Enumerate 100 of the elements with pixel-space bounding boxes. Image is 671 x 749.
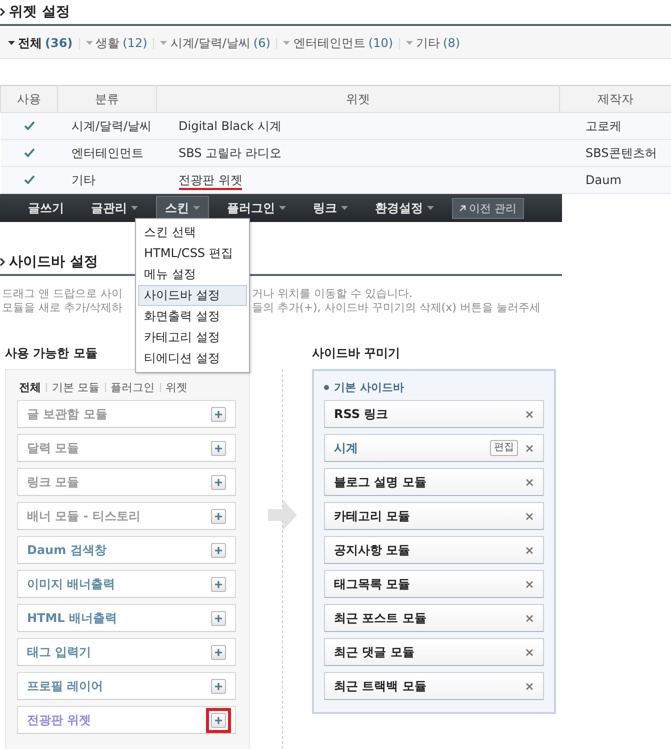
column-title: 사용 가능한 모듈	[5, 345, 98, 362]
plus-icon	[215, 648, 222, 656]
plus-icon	[215, 682, 222, 690]
column-header: 위젯	[156, 86, 560, 112]
module-label: 프로필 레이어	[27, 678, 104, 694]
column-header: 분류	[58, 86, 156, 112]
module-label: 최근 트랙백 모듈	[334, 678, 426, 694]
module-label: 전광판 위젯	[27, 712, 92, 728]
table-cell: 엔터테인먼트	[58, 140, 156, 166]
close-icon[interactable]	[526, 580, 533, 588]
caret-icon	[8, 41, 15, 45]
close-icon[interactable]	[526, 546, 533, 554]
description-text: 드래그 앤 드랍으로 사이	[1, 287, 124, 301]
arrow-icon	[268, 500, 298, 530]
chevron-icon	[0, 8, 5, 16]
module-item[interactable]: 태그 입력기	[17, 638, 236, 666]
close-icon[interactable]	[526, 478, 533, 486]
caret-icon	[341, 206, 348, 210]
section-title: 위젯 설정	[9, 3, 70, 21]
caret-icon	[406, 41, 414, 45]
module-tab[interactable]: 전체	[19, 380, 41, 394]
add-button[interactable]	[211, 576, 226, 592]
sidebar-module[interactable]: 최근 트랙백 모듈	[324, 672, 544, 700]
add-button[interactable]	[211, 542, 226, 558]
close-icon[interactable]	[526, 410, 533, 418]
sidebar-module[interactable]: 블로그 설명 모듈	[324, 468, 544, 496]
filter-tab[interactable]: 전체 (36)	[8, 34, 73, 52]
sidebar-module[interactable]: 공지사항 모듈	[324, 536, 544, 564]
nav-item[interactable]: 링크	[304, 196, 357, 220]
close-icon[interactable]	[526, 444, 533, 452]
module-item[interactable]: HTML 배너출력	[17, 604, 236, 632]
add-button[interactable]	[211, 508, 226, 524]
plus-icon	[215, 512, 222, 520]
caret-icon	[131, 206, 138, 210]
close-icon[interactable]	[526, 682, 533, 690]
filter-tab[interactable]: 시계/달력/날씨 (6)	[160, 34, 270, 52]
module-label: 링크 모듈	[27, 474, 80, 490]
filter-tab[interactable]: 엔터테인먼트 (10)	[283, 34, 394, 52]
module-label: 달력 모듈	[27, 440, 80, 456]
menu-item[interactable]: 스킨 선택	[138, 222, 247, 243]
plus-icon	[215, 410, 222, 418]
add-button[interactable]	[211, 474, 226, 490]
menu-item[interactable]: 화면출력 설정	[138, 306, 247, 327]
menu-item[interactable]: 메뉴 설정	[138, 264, 247, 285]
caret-icon	[193, 206, 200, 210]
module-label: 글 보관함 모듈	[27, 406, 108, 422]
module-item[interactable]: Daum 검색창	[17, 536, 236, 564]
caret-icon	[86, 41, 93, 45]
nav-item[interactable]: 스킨	[156, 196, 209, 220]
menu-item[interactable]: 사이드바 설정	[138, 285, 247, 306]
table-cell: 시계/달력/날씨	[58, 112, 156, 140]
module-label: 배너 모듈 - 티스토리	[27, 508, 141, 524]
edit-button[interactable]: 편집	[490, 440, 518, 456]
module-tab[interactable]: 플러그인	[110, 380, 154, 394]
nav-item[interactable]: 글쓰기	[19, 196, 73, 220]
caret-icon	[279, 206, 286, 210]
filter-tab[interactable]: 생활 (12)	[86, 34, 148, 52]
nav-item[interactable]: 글관리	[82, 196, 147, 220]
module-label: 최근 포스트 모듈	[334, 610, 426, 626]
sidebar-module[interactable]: 최근 댓글 모듈	[324, 638, 544, 666]
caret-icon	[427, 206, 434, 210]
legacy-button[interactable]: 이전 관리	[452, 198, 524, 218]
add-button[interactable]	[211, 610, 226, 626]
nav-item[interactable]: 환경설정	[366, 196, 443, 220]
module-label: 태그목록 모듈	[334, 576, 410, 592]
table-cell: Daum	[560, 166, 671, 194]
nav-item[interactable]: 플러그인	[218, 196, 295, 220]
module-item[interactable]: 이미지 배너출력	[17, 570, 236, 598]
table-cell: SBS콘텐츠허	[560, 140, 671, 166]
close-icon[interactable]	[526, 512, 533, 520]
sidebar-module[interactable]: 카테고리 모듈	[324, 502, 544, 530]
sidebar-module[interactable]: 최근 포스트 모듈	[324, 604, 544, 632]
close-icon[interactable]	[526, 614, 533, 622]
module-label: 최근 댓글 모듈	[334, 644, 414, 660]
close-icon[interactable]	[526, 648, 533, 656]
module-label: Daum 검색창	[27, 542, 106, 558]
module-tab[interactable]: 기본 모듈	[52, 380, 100, 394]
module-label: 이미지 배너출력	[27, 576, 116, 592]
menu-item[interactable]: 티에디션 설정	[138, 348, 247, 369]
sidebar-module[interactable]: 시계 편집	[324, 434, 544, 462]
add-button[interactable]	[211, 440, 226, 456]
add-button[interactable]	[211, 406, 226, 422]
section-title: 사이드바 설정	[9, 253, 98, 271]
sidebar-module[interactable]: 태그목록 모듈	[324, 570, 544, 598]
filter-tab[interactable]: 기타 (8)	[406, 34, 460, 52]
add-button[interactable]	[206, 708, 231, 732]
menu-item[interactable]: HTML/CSS 편집	[138, 243, 247, 264]
sidebar-module[interactable]: RSS 링크	[324, 400, 544, 428]
plus-icon	[215, 478, 222, 486]
module-item[interactable]: 프로필 레이어	[17, 672, 236, 700]
menu-item[interactable]: 카테고리 설정	[138, 327, 247, 348]
chevron-icon	[0, 258, 5, 266]
column-header: 제작자	[560, 86, 671, 112]
add-button[interactable]	[211, 678, 226, 694]
plus-icon	[215, 444, 222, 452]
module-label: 블로그 설명 모듈	[334, 474, 426, 490]
module-label: RSS 링크	[334, 406, 388, 422]
add-button[interactable]	[211, 644, 226, 660]
module-tab[interactable]: 위젯	[166, 380, 188, 394]
plus-icon	[215, 546, 222, 554]
